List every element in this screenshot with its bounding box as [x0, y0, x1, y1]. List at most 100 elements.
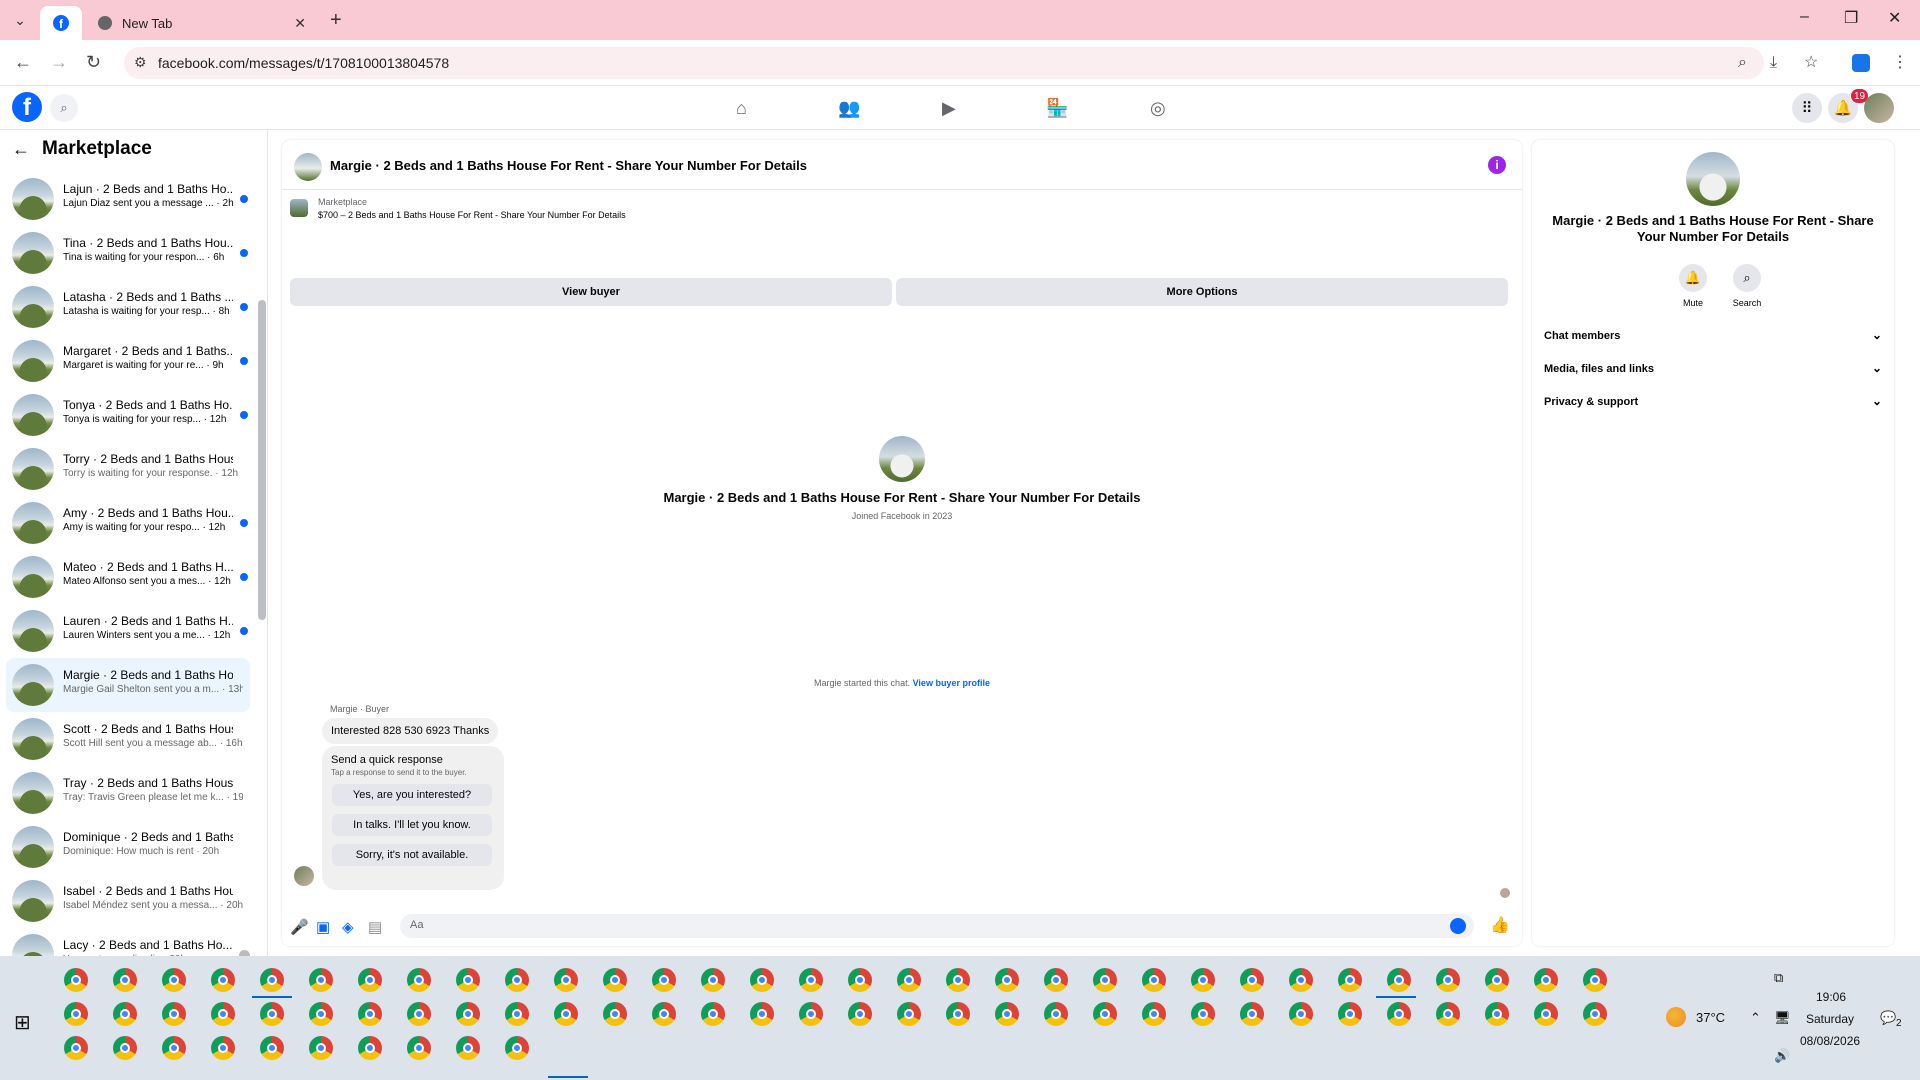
listing-thumbnail[interactable] — [290, 199, 308, 217]
chrome-taskbar-icon[interactable] — [995, 1002, 1019, 1026]
tray-icon[interactable]: ⧉ — [1774, 970, 1783, 986]
chrome-taskbar-icon[interactable] — [1436, 1002, 1460, 1026]
restore-button[interactable]: ❐ — [1844, 8, 1858, 28]
conversation-item[interactable]: Lauren · 2 Beds and 1 Baths H... Lauren W… — [6, 604, 250, 658]
chrome-taskbar-icon[interactable] — [505, 1002, 529, 1026]
video-icon[interactable]: ▶ — [942, 98, 956, 119]
url-text[interactable]: facebook.com/messages/t/1708100013804578 — [158, 55, 449, 71]
chat-avatar[interactable] — [294, 153, 322, 181]
chrome-taskbar-icon[interactable] — [995, 968, 1019, 992]
chrome-taskbar-icon[interactable] — [162, 968, 186, 992]
chrome-taskbar-icon[interactable] — [1289, 1002, 1313, 1026]
chrome-taskbar-icon[interactable] — [162, 1036, 186, 1060]
groups-icon[interactable]: ◎ — [1150, 98, 1166, 119]
zoom-icon[interactable]: ⌕ — [1738, 54, 1747, 72]
chrome-taskbar-icon[interactable] — [407, 968, 431, 992]
site-info-icon[interactable]: ⚙ — [134, 54, 147, 71]
chrome-taskbar-icon[interactable] — [1485, 968, 1509, 992]
conversation-item[interactable]: Margie · 2 Beds and 1 Baths Ho... Margie … — [6, 658, 250, 712]
chrome-taskbar-icon[interactable] — [113, 968, 137, 992]
conversation-item[interactable]: Torry · 2 Beds and 1 Baths Hous... Torry … — [6, 442, 250, 496]
chrome-taskbar-icon[interactable] — [1240, 968, 1264, 992]
more-options-button[interactable]: More Options — [896, 278, 1508, 306]
chat-members-row[interactable]: Chat members ⌄ — [1544, 324, 1882, 350]
conversation-item[interactable]: Lajun · 2 Beds and 1 Baths Ho... Lajun Di… — [6, 172, 250, 226]
conversation-item[interactable]: Latasha · 2 Beds and 1 Baths ... Latasha … — [6, 280, 250, 334]
chrome-taskbar-icon[interactable] — [64, 1002, 88, 1026]
thumbs-up-icon[interactable]: 👍 — [1490, 915, 1510, 935]
chrome-taskbar-icon[interactable] — [603, 968, 627, 992]
quick-reply-button[interactable]: Sorry, it's not available. — [332, 844, 492, 866]
view-buyer-button[interactable]: View buyer — [290, 278, 892, 306]
bookmark-star-icon[interactable]: ☆ — [1804, 52, 1818, 72]
conversation-item[interactable]: Tray · 2 Beds and 1 Baths House... Tray: … — [6, 766, 250, 820]
chrome-taskbar-icon[interactable] — [1191, 968, 1215, 992]
chrome-taskbar-icon[interactable] — [260, 1002, 284, 1026]
chrome-taskbar-icon[interactable] — [750, 1002, 774, 1026]
chrome-taskbar-icon[interactable] — [505, 968, 529, 992]
chrome-taskbar-icon[interactable] — [897, 968, 921, 992]
chrome-taskbar-icon[interactable] — [1044, 1002, 1068, 1026]
tab-search-chevron-icon[interactable]: ⌄ — [8, 8, 32, 32]
conversation-item[interactable]: Scott · 2 Beds and 1 Baths Hous... Scott … — [6, 712, 250, 766]
conversation-item[interactable]: Mateo · 2 Beds and 1 Baths H... Mateo Alf… — [6, 550, 250, 604]
chrome-taskbar-icon[interactable] — [799, 1002, 823, 1026]
chrome-taskbar-icon[interactable] — [1142, 968, 1166, 992]
conversation-item[interactable]: Margaret · 2 Beds and 1 Baths... Margaret… — [6, 334, 250, 388]
close-window-button[interactable]: ✕ — [1888, 8, 1901, 28]
chrome-taskbar-icon[interactable] — [1534, 1002, 1558, 1026]
view-buyer-profile-link[interactable]: View buyer profile — [913, 678, 990, 688]
chrome-taskbar-icon[interactable] — [1436, 968, 1460, 992]
search-icon[interactable]: ⌕ — [50, 94, 78, 122]
chrome-taskbar-icon[interactable] — [309, 1002, 333, 1026]
chrome-taskbar-icon[interactable] — [505, 1036, 529, 1060]
conversation-item[interactable]: Tina · 2 Beds and 1 Baths Hou... Tina is … — [6, 226, 250, 280]
back-icon[interactable]: ← — [14, 52, 32, 73]
chrome-taskbar-icon[interactable] — [897, 1002, 921, 1026]
chrome-taskbar-icon[interactable] — [162, 1002, 186, 1026]
listing-price[interactable]: $700 – 2 Beds and 1 Baths House For Rent… — [318, 210, 626, 220]
chrome-taskbar-icon[interactable] — [211, 1036, 235, 1060]
chrome-taskbar-icon[interactable] — [456, 1002, 480, 1026]
chrome-taskbar-icon[interactable] — [1338, 1002, 1362, 1026]
privacy-support-row[interactable]: Privacy & support ⌄ — [1544, 390, 1882, 416]
chrome-taskbar-icon[interactable] — [113, 1036, 137, 1060]
chrome-taskbar-icon[interactable] — [64, 968, 88, 992]
chrome-taskbar-icon[interactable] — [64, 1036, 88, 1060]
chrome-taskbar-icon[interactable] — [652, 1002, 676, 1026]
account-avatar[interactable] — [1864, 93, 1894, 123]
chrome-taskbar-icon[interactable] — [407, 1002, 431, 1026]
chrome-taskbar-icon[interactable] — [309, 968, 333, 992]
new-tab-button[interactable]: + — [330, 9, 342, 32]
sidebar-scrollbar[interactable] — [258, 300, 266, 620]
chrome-taskbar-icon[interactable] — [1583, 968, 1607, 992]
chrome-taskbar-icon[interactable] — [1191, 1002, 1215, 1026]
photo-icon[interactable]: ▣ — [316, 918, 330, 936]
menu-grid-icon[interactable]: ⠿ — [1792, 93, 1822, 123]
install-icon[interactable]: ⤓ — [1770, 54, 1777, 72]
emoji-icon[interactable] — [1450, 918, 1466, 934]
chrome-taskbar-icon[interactable] — [358, 1002, 382, 1026]
chrome-taskbar-icon[interactable] — [1142, 1002, 1166, 1026]
chrome-taskbar-icon[interactable] — [750, 968, 774, 992]
clock-time[interactable]: 19:06 — [1816, 990, 1846, 1004]
chrome-taskbar-icon[interactable] — [554, 968, 578, 992]
conversation-item[interactable]: Tonya · 2 Beds and 1 Baths Ho... Tonya is… — [6, 388, 250, 442]
chrome-taskbar-icon[interactable] — [1485, 1002, 1509, 1026]
forward-icon[interactable]: → — [50, 52, 68, 73]
quick-reply-button[interactable]: Yes, are you interested? — [332, 784, 492, 806]
chrome-taskbar-icon[interactable] — [946, 968, 970, 992]
chrome-taskbar-icon[interactable] — [309, 1036, 333, 1060]
chrome-taskbar-icon[interactable] — [848, 1002, 872, 1026]
chrome-taskbar-icon[interactable] — [407, 1036, 431, 1060]
conversation-item[interactable]: Dominique · 2 Beds and 1 Baths... Dominiq… — [6, 820, 250, 874]
close-tab-icon[interactable]: ✕ — [294, 15, 306, 32]
chrome-taskbar-icon[interactable] — [456, 968, 480, 992]
chrome-taskbar-icon[interactable] — [1338, 968, 1362, 992]
network-icon[interactable]: 🖥 — [1774, 1010, 1791, 1026]
clock-date[interactable]: 08/08/2026 — [1800, 1034, 1860, 1048]
quick-reply-button[interactable]: In talks. I'll let you know. — [332, 814, 492, 836]
sticker-icon[interactable]: ◈ — [342, 918, 354, 936]
chrome-taskbar-icon[interactable] — [603, 1002, 627, 1026]
chrome-taskbar-icon[interactable] — [260, 968, 284, 992]
